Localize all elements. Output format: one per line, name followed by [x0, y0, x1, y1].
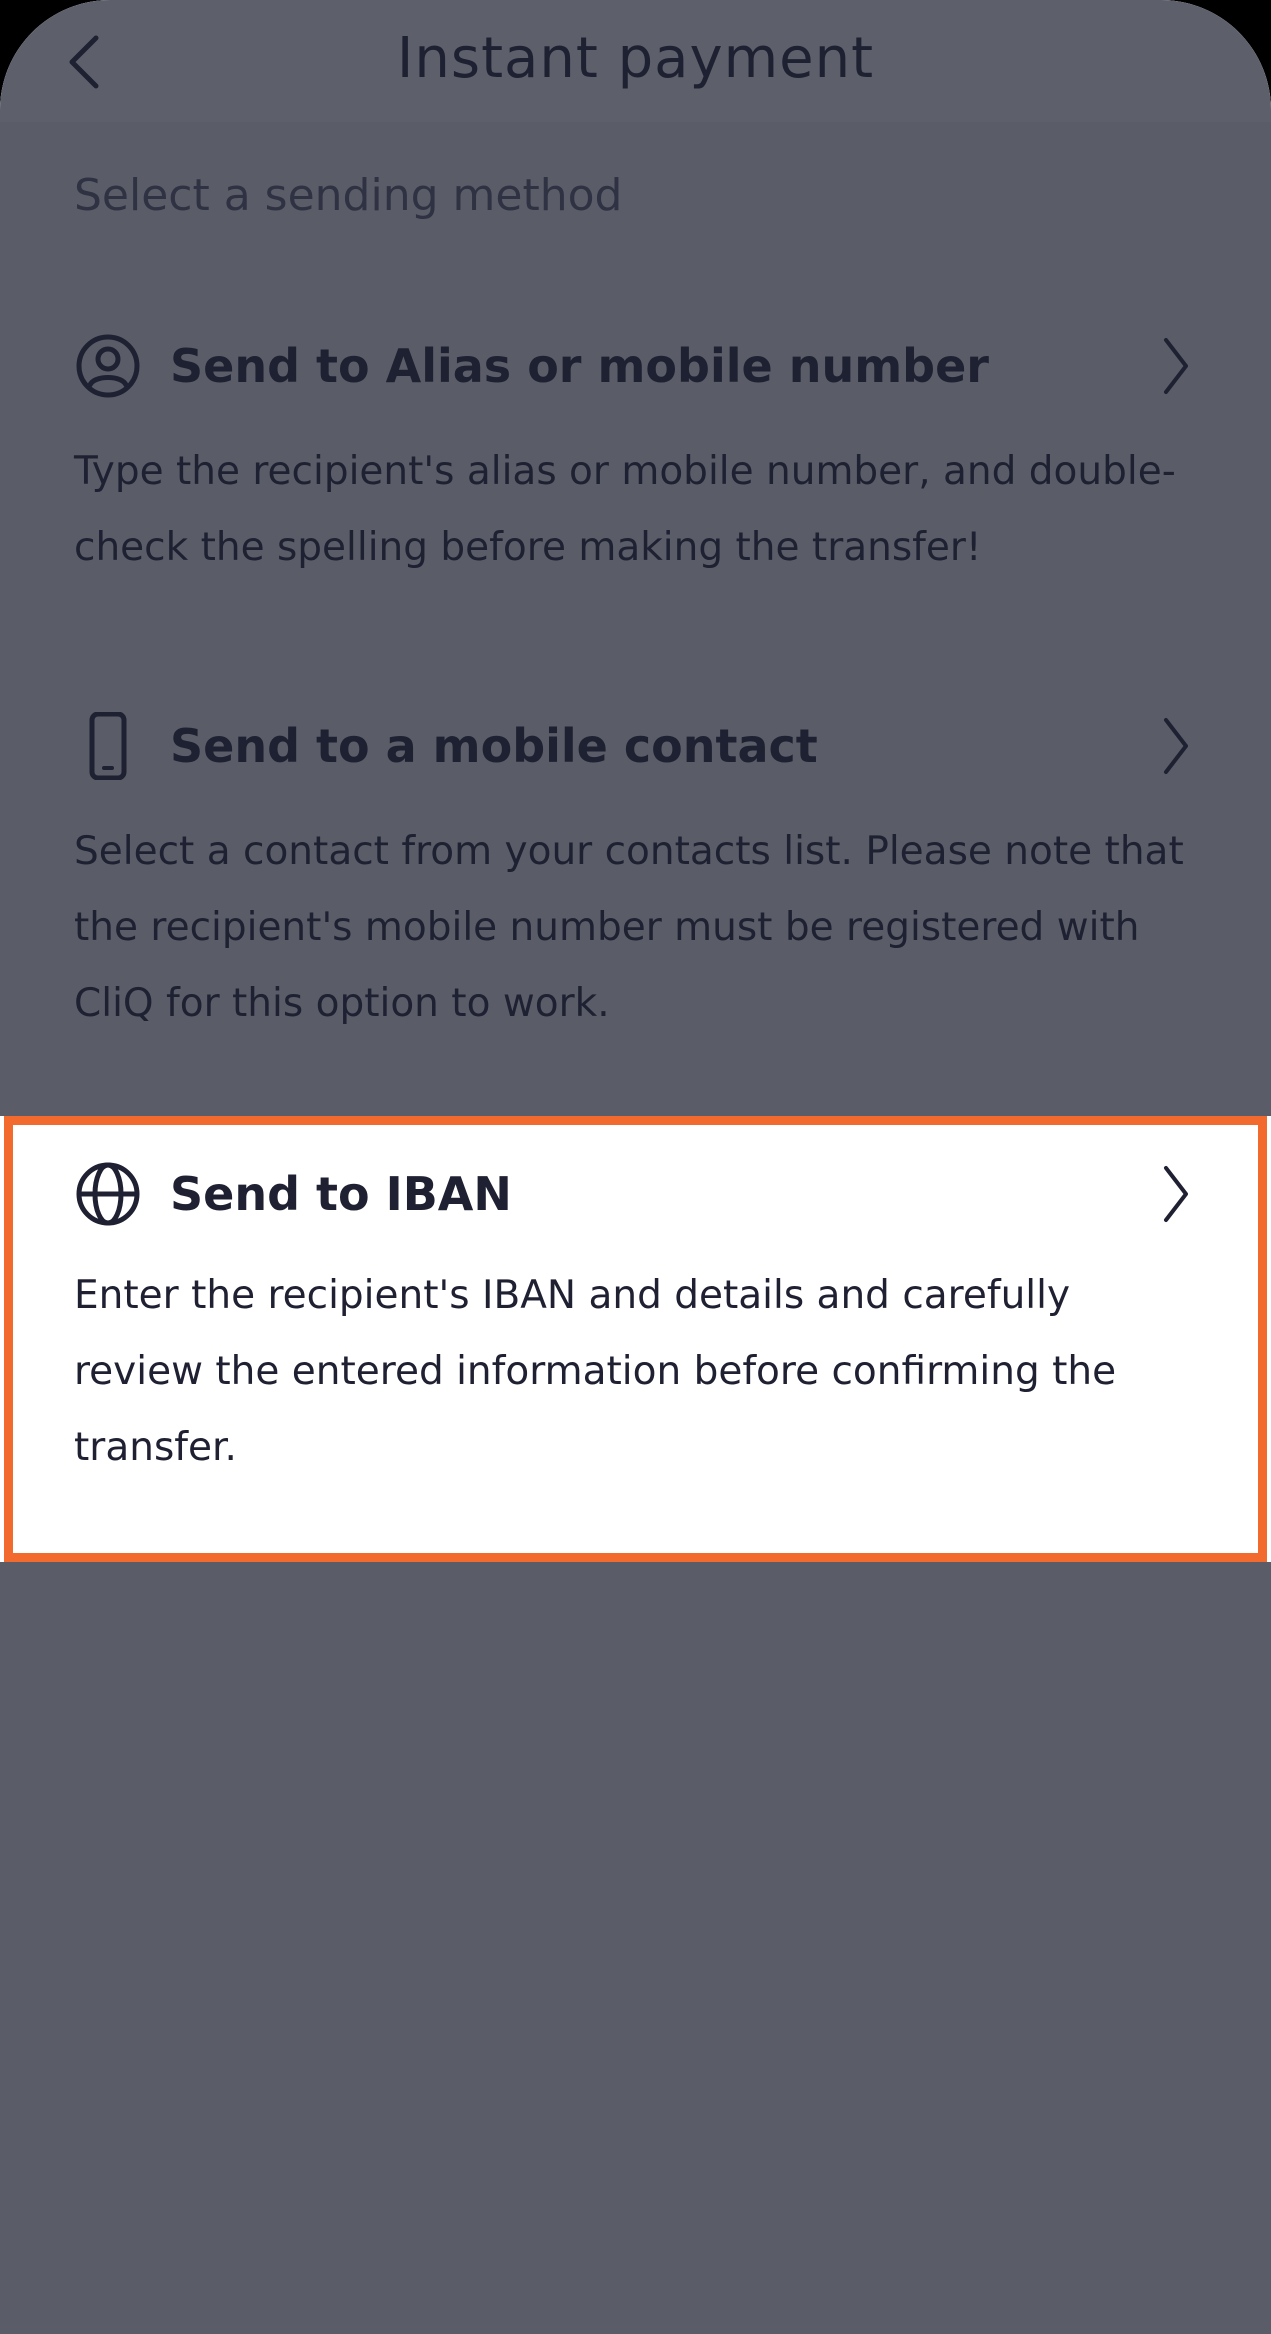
header: Instant payment — [0, 0, 1271, 122]
option-alias-description: Type the recipient's alias or mobile num… — [74, 449, 1176, 570]
chevron-right-icon — [1153, 336, 1197, 396]
option-iban-description: Enter the recipient's IBAN and details a… — [74, 1273, 1117, 1470]
option-iban-title: Send to IBAN — [170, 1167, 512, 1221]
option-mobile-contact-title: Send to a mobile contact — [170, 719, 818, 773]
globe-icon — [74, 1160, 142, 1228]
option-alias-title: Send to Alias or mobile number — [170, 339, 989, 393]
chevron-right-icon — [1153, 1164, 1197, 1224]
user-circle-icon — [74, 332, 142, 400]
option-iban: Send to IBAN Enter the recipient's IBAN … — [0, 1116, 1271, 1562]
chevron-right-icon — [1153, 716, 1197, 776]
page-title: Instant payment — [396, 26, 875, 91]
option-mobile-contact-row[interactable]: Send to a mobile contact — [74, 706, 1197, 786]
screen: Instant payment Select a sending method … — [0, 0, 1271, 2334]
app-window: Instant payment Select a sending method … — [0, 0, 1271, 2334]
option-iban-row[interactable]: Send to IBAN — [74, 1154, 1197, 1234]
option-alias: Send to Alias or mobile number Type the … — [0, 326, 1271, 706]
option-mobile-contact-description: Select a contact from your contacts list… — [74, 829, 1184, 1026]
option-alias-row[interactable]: Send to Alias or mobile number — [74, 326, 1197, 406]
section-label: Select a sending method — [74, 170, 623, 221]
smartphone-icon — [74, 712, 142, 780]
